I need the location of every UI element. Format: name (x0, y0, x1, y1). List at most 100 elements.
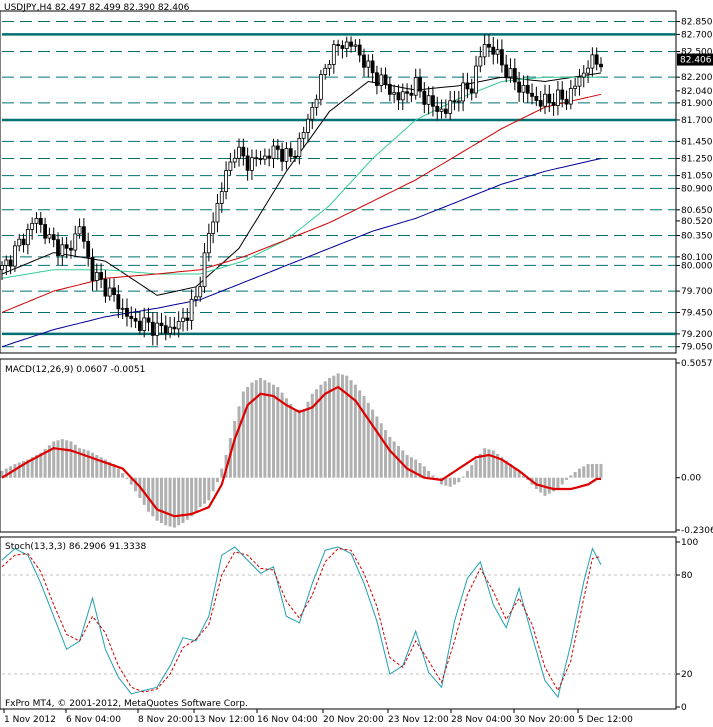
candle-body (370, 60, 375, 74)
macd-histogram-bar (461, 476, 465, 478)
candle-body (323, 67, 328, 75)
macd-histogram-bar (487, 449, 491, 478)
macd-histogram-bar (121, 473, 125, 478)
stoch-panel-frame (0, 536, 677, 710)
macd-histogram-bar (233, 420, 237, 478)
time-tick-label: 6 Nov 04:00 (66, 715, 121, 725)
candle-body (194, 296, 198, 300)
candle-body (504, 64, 509, 78)
copyright-text: FxPro MT4, © 2001-2012, MetaQuotes Softw… (5, 699, 248, 709)
candle-body (521, 84, 526, 93)
candle-body (181, 317, 185, 322)
price-levels (2, 21, 676, 348)
price-tick-label: 79.200 (681, 330, 713, 340)
price-tick-label: 80.650 (681, 206, 713, 216)
candle-body (344, 41, 349, 49)
macd-histogram-bar (586, 464, 590, 478)
macd-histogram-bar (172, 477, 176, 528)
macd-histogram-bar (560, 477, 564, 485)
price-tick-label: 82.200 (681, 73, 713, 83)
candle-body (422, 90, 427, 105)
chart-canvas: 82.85082.70082.50082.40682.20082.04081.9… (0, 3, 713, 725)
price-panel-frame (0, 10, 677, 354)
candle-body (581, 72, 586, 78)
candle-body (224, 170, 228, 193)
candle-body (594, 54, 599, 65)
time-axis-labels: 1 Nov 2012 6 Nov 04:00 8 Nov 20:00 13 Nov 1… (3, 709, 633, 725)
price-tick-label: 80.350 (681, 231, 713, 241)
candle-body (564, 98, 569, 105)
candle-body (155, 322, 160, 336)
candle-body (228, 161, 233, 171)
candle-body (297, 137, 302, 157)
candle-body (120, 307, 125, 310)
stoch-tick-label: 100 (681, 538, 698, 548)
candle-body (478, 56, 483, 67)
candle-body (551, 102, 556, 106)
candle-body (262, 155, 267, 160)
moving-average-blue (1, 158, 602, 348)
macd-histogram-bar (241, 391, 245, 478)
candle-body (301, 132, 306, 139)
macd-histogram-bar (392, 441, 396, 478)
price-tick-label: 81.900 (681, 99, 713, 109)
macd-histogram-bar (577, 468, 581, 478)
candle-body (34, 218, 39, 224)
candle-body (456, 100, 461, 103)
candle-body (73, 233, 78, 251)
price-tick-label: 82.040 (681, 87, 713, 97)
candle-body (482, 44, 487, 58)
macd-histogram-bar (271, 384, 275, 478)
candle-body (547, 93, 552, 103)
candle-body (245, 155, 250, 171)
price-axis-labels: 82.85082.70082.50082.40682.20082.04081.9… (676, 18, 713, 353)
candle-body (133, 318, 138, 322)
price-tick-label: 82.700 (681, 30, 713, 40)
candle-body (77, 226, 82, 235)
time-tick-label: 1 Nov 2012 (4, 715, 56, 725)
price-tick-label: 79.450 (681, 308, 713, 318)
candle-body (491, 46, 496, 55)
macd-histogram-bar (573, 472, 577, 478)
macd-histogram-bar (267, 382, 271, 478)
candle-body (396, 92, 401, 101)
candle-body (599, 63, 603, 68)
macd-histogram-bar (207, 477, 211, 501)
macd-histogram-bar (168, 477, 172, 527)
macd-indicator: 0.5057 0.00 -0.2306 (0, 359, 713, 536)
candle-body (206, 233, 211, 254)
stoch-tick-label: 80 (681, 571, 693, 581)
candle-body (47, 234, 52, 239)
macd-histogram-bar (483, 448, 487, 478)
candle-body (275, 145, 280, 150)
candle-body (452, 100, 457, 103)
macd-histogram-bar (431, 475, 435, 478)
candle-body (8, 259, 13, 267)
candle-body (103, 278, 108, 297)
macd-histogram-bar (211, 477, 215, 492)
candle-body (418, 77, 422, 92)
candle-body (172, 326, 177, 330)
candle-body (293, 155, 297, 158)
candle-body (487, 44, 491, 48)
candle-body (534, 96, 539, 101)
macd-histogram-bar (116, 468, 120, 478)
macd-tick-label: 0.5057 (681, 359, 713, 369)
candle-body (590, 54, 595, 69)
candle-body (13, 245, 17, 267)
macd-histogram-bar (190, 477, 194, 517)
candle-body (211, 221, 216, 234)
macd-histogram-bar (17, 462, 21, 478)
macd-histogram-bar (125, 477, 129, 479)
macd-histogram-bar (306, 401, 310, 478)
candle-body (280, 148, 285, 162)
macd-histogram-bar (297, 409, 301, 478)
candle-body (379, 74, 384, 86)
candle-body (538, 100, 543, 107)
candle-body (327, 63, 332, 69)
macd-histogram-bar (409, 457, 413, 478)
candle-body (198, 286, 203, 298)
candle-body (357, 44, 362, 56)
stoch-main-line (1, 546, 602, 699)
candle-body (215, 203, 220, 223)
